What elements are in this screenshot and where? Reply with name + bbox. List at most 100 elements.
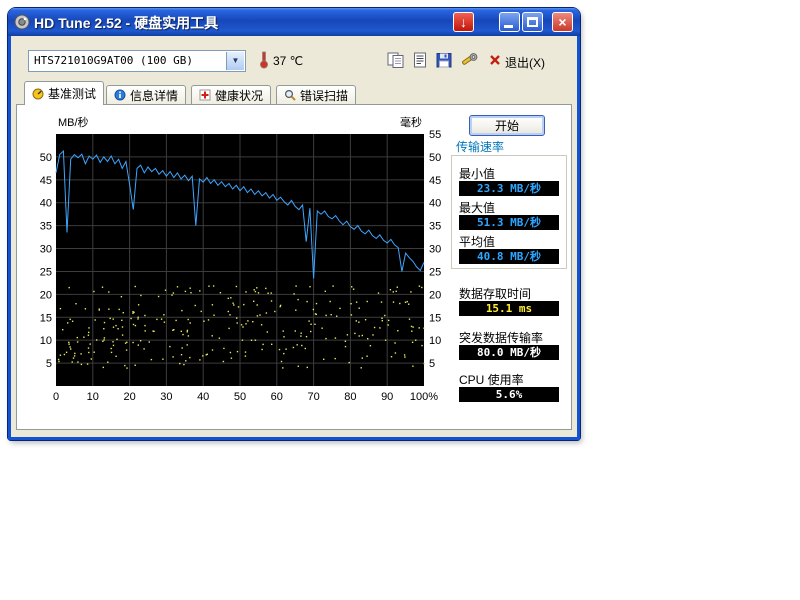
access-time-dot xyxy=(370,345,371,346)
access-time-dot xyxy=(103,367,104,368)
access-time-value: 15.1 ms xyxy=(459,301,559,316)
access-time-dot xyxy=(124,365,125,366)
access-time-dot xyxy=(404,354,405,355)
info-icon xyxy=(114,89,126,101)
access-time-dot xyxy=(117,328,118,329)
access-time-dot xyxy=(108,309,109,310)
access-time-dot xyxy=(247,320,248,321)
access-time-dot xyxy=(354,333,355,334)
access-time-dot xyxy=(73,357,74,358)
dropdown-arrow-icon[interactable]: ▼ xyxy=(226,52,244,70)
copy-text-button[interactable] xyxy=(409,52,431,70)
drive-select-value: HTS721010G9AT00 (100 GB) xyxy=(34,54,193,67)
tab-benchmark[interactable]: 基准测试 xyxy=(24,81,104,105)
access-time-dot xyxy=(378,292,379,293)
access-time-dot xyxy=(122,326,123,327)
access-time-dot xyxy=(189,357,190,358)
access-time-dot xyxy=(236,286,237,287)
access-time-dot xyxy=(74,353,75,354)
axis-tick-label: 5 xyxy=(429,358,435,370)
maximize-icon xyxy=(527,17,538,27)
access-time-dot xyxy=(374,327,375,328)
access-time-dot xyxy=(151,359,152,360)
axis-tick-label: 60 xyxy=(271,391,283,403)
start-button[interactable]: 开始 xyxy=(469,115,545,136)
download-button[interactable]: ↓ xyxy=(453,12,474,32)
access-time-label: 数据存取时间 xyxy=(459,285,531,302)
transfer-rate-header: 传输速率 xyxy=(456,138,504,155)
access-time-dot xyxy=(94,352,95,353)
access-time-dot xyxy=(121,320,122,321)
access-time-dot xyxy=(423,328,424,329)
access-time-dot xyxy=(107,362,108,363)
access-time-dot xyxy=(69,346,70,347)
access-time-dot xyxy=(60,355,61,356)
access-time-dot xyxy=(95,319,96,320)
access-time-dot xyxy=(135,365,136,366)
access-time-dot xyxy=(144,315,145,316)
tab-label: 基准测试 xyxy=(48,85,96,102)
exit-button[interactable]: 退出(X) xyxy=(489,52,561,70)
access-time-dot xyxy=(367,338,368,339)
access-time-dot xyxy=(379,327,380,328)
axis-tick-label: 80 xyxy=(344,391,356,403)
access-time-dot xyxy=(307,367,308,368)
tab-health[interactable]: 健康状况 xyxy=(191,85,271,104)
access-time-dot xyxy=(162,359,163,360)
close-button[interactable]: × xyxy=(552,12,573,32)
access-time-dot xyxy=(253,301,254,302)
access-time-dot xyxy=(241,324,242,325)
access-time-dot xyxy=(228,298,229,299)
axis-tick-label: 40 xyxy=(429,198,441,210)
options-button[interactable] xyxy=(458,52,480,70)
access-time-dot xyxy=(182,334,183,335)
access-time-dot xyxy=(242,326,243,327)
access-time-dot xyxy=(335,358,336,359)
access-time-dot xyxy=(60,308,61,309)
access-time-dot xyxy=(163,314,164,315)
access-time-dot xyxy=(122,334,123,335)
axis-tick-label: 毫秒 xyxy=(400,115,422,129)
access-time-dot xyxy=(399,303,400,304)
access-time-dot xyxy=(88,347,89,348)
avg-value: 40.8 MB/秒 xyxy=(459,249,559,264)
access-time-dot xyxy=(228,328,229,329)
access-time-dot xyxy=(220,292,221,293)
copy-image-button[interactable] xyxy=(385,52,407,70)
cpu-usage-value: 5.6% xyxy=(459,387,559,402)
access-time-dot xyxy=(121,296,122,297)
access-time-dot xyxy=(353,289,354,290)
access-time-dot xyxy=(261,349,262,350)
access-time-dot xyxy=(385,340,386,341)
access-time-dot xyxy=(182,347,183,348)
access-time-dot xyxy=(199,290,200,291)
titlebar[interactable]: HD Tune 2.52 - 硬盘实用工具 ↓ × xyxy=(8,8,580,36)
access-time-dot xyxy=(310,324,311,325)
access-time-dot xyxy=(104,322,105,323)
access-time-dot xyxy=(70,348,71,349)
access-time-dot xyxy=(68,344,69,345)
save-button[interactable] xyxy=(433,52,455,70)
access-time-dot xyxy=(111,352,112,353)
thermometer-icon xyxy=(258,51,270,69)
scan-icon xyxy=(284,89,296,101)
access-time-dot xyxy=(361,367,362,368)
access-time-dot xyxy=(351,286,352,287)
access-time-dot xyxy=(212,335,213,336)
access-time-dot xyxy=(183,364,184,365)
tab-error-scan[interactable]: 错误扫描 xyxy=(276,85,356,104)
access-time-dot xyxy=(93,291,94,292)
minimize-button[interactable] xyxy=(499,12,520,32)
access-time-dot xyxy=(325,338,326,339)
tab-info[interactable]: 信息详情 xyxy=(106,85,186,104)
drive-select[interactable]: HTS721010G9AT00 (100 GB) ▼ xyxy=(28,50,246,72)
access-time-dot xyxy=(177,286,178,287)
access-time-dot xyxy=(138,344,139,345)
maximize-button[interactable] xyxy=(522,12,543,32)
access-time-dot xyxy=(404,356,405,357)
access-time-dot xyxy=(280,306,281,307)
access-time-dot xyxy=(358,322,359,323)
axis-tick-label: 55 xyxy=(429,129,441,141)
access-time-dot xyxy=(228,311,229,312)
access-time-dot xyxy=(295,285,296,286)
